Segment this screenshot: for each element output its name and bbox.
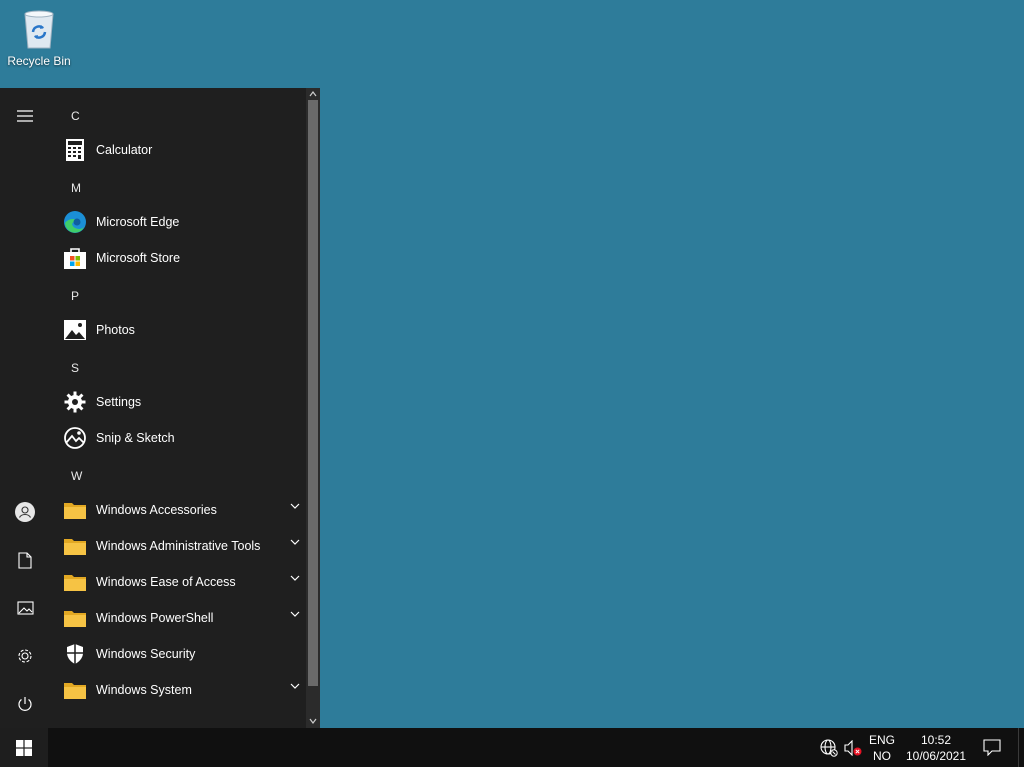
- volume-button[interactable]: [842, 728, 864, 767]
- store-icon: [63, 246, 87, 270]
- group-header-m[interactable]: M: [71, 181, 81, 195]
- clock-date: 10/06/2021: [905, 749, 967, 763]
- app-windows-ease-of-access[interactable]: Windows Ease of Access: [60, 564, 304, 600]
- clock[interactable]: 10:52 10/06/2021: [902, 732, 970, 764]
- edge-icon: [63, 210, 87, 234]
- document-icon: [18, 551, 32, 569]
- network-globe-icon: [820, 738, 838, 757]
- network-button[interactable]: [818, 728, 840, 767]
- app-label: Windows Accessories: [96, 503, 217, 517]
- clock-time: 10:52: [920, 733, 952, 747]
- group-header-s[interactable]: S: [71, 361, 79, 375]
- action-center-icon: [983, 739, 1001, 756]
- calculator-icon: [63, 138, 87, 162]
- taskbar: ENG NO 10:52 10/06/2021: [0, 728, 1024, 767]
- app-calculator[interactable]: Calculator: [60, 132, 304, 168]
- app-microsoft-store[interactable]: Microsoft Store: [60, 240, 304, 276]
- recycle-bin-icon: [24, 10, 54, 49]
- folder-icon: [63, 678, 87, 702]
- action-center-button[interactable]: [980, 728, 1004, 767]
- app-windows-accessories[interactable]: Windows Accessories: [60, 492, 304, 528]
- scroll-up-arrow-icon[interactable]: [308, 89, 318, 99]
- app-windows-system[interactable]: Windows System: [60, 672, 304, 708]
- app-photos[interactable]: Photos: [60, 312, 304, 348]
- keyboard-layout: NO: [873, 749, 891, 763]
- user-icon: [15, 502, 35, 522]
- app-label: Windows System: [96, 683, 192, 697]
- documents-button[interactable]: [0, 540, 50, 580]
- folder-icon: [63, 606, 87, 630]
- group-header-c[interactable]: C: [71, 109, 80, 123]
- chevron-down-icon[interactable]: [290, 575, 300, 581]
- windows-logo-icon: [16, 739, 32, 756]
- group-header-w[interactable]: W: [71, 469, 82, 483]
- scrollbar-thumb[interactable]: [308, 100, 318, 686]
- folder-icon: [63, 534, 87, 558]
- app-label: Microsoft Edge: [96, 215, 180, 229]
- volume-muted-icon: [844, 739, 862, 756]
- app-microsoft-edge[interactable]: Microsoft Edge: [60, 204, 304, 240]
- app-snip-sketch[interactable]: Snip & Sketch: [60, 420, 304, 456]
- expand-menu-button[interactable]: [0, 96, 50, 136]
- show-desktop-button[interactable]: [1018, 728, 1024, 767]
- power-button[interactable]: [0, 684, 50, 724]
- start-rail: [0, 88, 50, 728]
- snip-sketch-icon: [63, 426, 87, 450]
- app-windows-administrative-tools[interactable]: Windows Administrative Tools: [60, 528, 304, 564]
- gear-icon: [18, 649, 32, 663]
- chevron-down-icon[interactable]: [290, 683, 300, 689]
- app-label: Settings: [96, 395, 142, 409]
- chevron-down-icon[interactable]: [290, 503, 300, 509]
- settings-rail-button[interactable]: [0, 636, 50, 676]
- input-language-indicator[interactable]: ENG NO: [862, 732, 902, 764]
- app-label: Windows PowerShell: [96, 611, 214, 625]
- app-settings[interactable]: Settings: [60, 384, 304, 420]
- group-header-p[interactable]: P: [71, 289, 79, 303]
- chevron-down-icon[interactable]: [290, 611, 300, 617]
- app-list-scrollbar[interactable]: [306, 88, 320, 728]
- language-code: ENG: [868, 733, 895, 747]
- app-label: Snip & Sketch: [96, 431, 175, 445]
- scroll-down-arrow-icon[interactable]: [308, 716, 318, 726]
- hamburger-menu-icon: [17, 110, 33, 122]
- chevron-down-icon[interactable]: [290, 539, 300, 545]
- folder-icon: [63, 570, 87, 594]
- pictures-button[interactable]: [0, 588, 50, 628]
- folder-icon: [63, 498, 87, 522]
- account-button[interactable]: [0, 492, 50, 532]
- gear-icon: [63, 390, 87, 414]
- start-menu: C Calculator M Microsoft Edge Microsoft …: [0, 88, 320, 728]
- app-windows-powershell[interactable]: Windows PowerShell: [60, 600, 304, 636]
- app-label: Calculator: [96, 143, 153, 157]
- app-label: Photos: [96, 323, 135, 337]
- app-label: Microsoft Store: [96, 251, 181, 265]
- start-button[interactable]: [0, 728, 48, 767]
- recycle-bin-label: Recycle Bin: [7, 54, 71, 68]
- desktop-icon-recycle-bin[interactable]: Recycle Bin: [4, 6, 74, 68]
- picture-icon: [16, 601, 34, 615]
- shield-icon: [63, 642, 87, 666]
- app-label: Windows Ease of Access: [96, 575, 236, 589]
- app-label: Windows Security: [96, 647, 196, 661]
- photos-icon: [63, 318, 87, 342]
- app-list: C Calculator M Microsoft Edge Microsoft …: [50, 88, 306, 728]
- app-label: Windows Administrative Tools: [96, 539, 261, 553]
- app-windows-security[interactable]: Windows Security: [60, 636, 304, 672]
- power-icon: [18, 696, 32, 711]
